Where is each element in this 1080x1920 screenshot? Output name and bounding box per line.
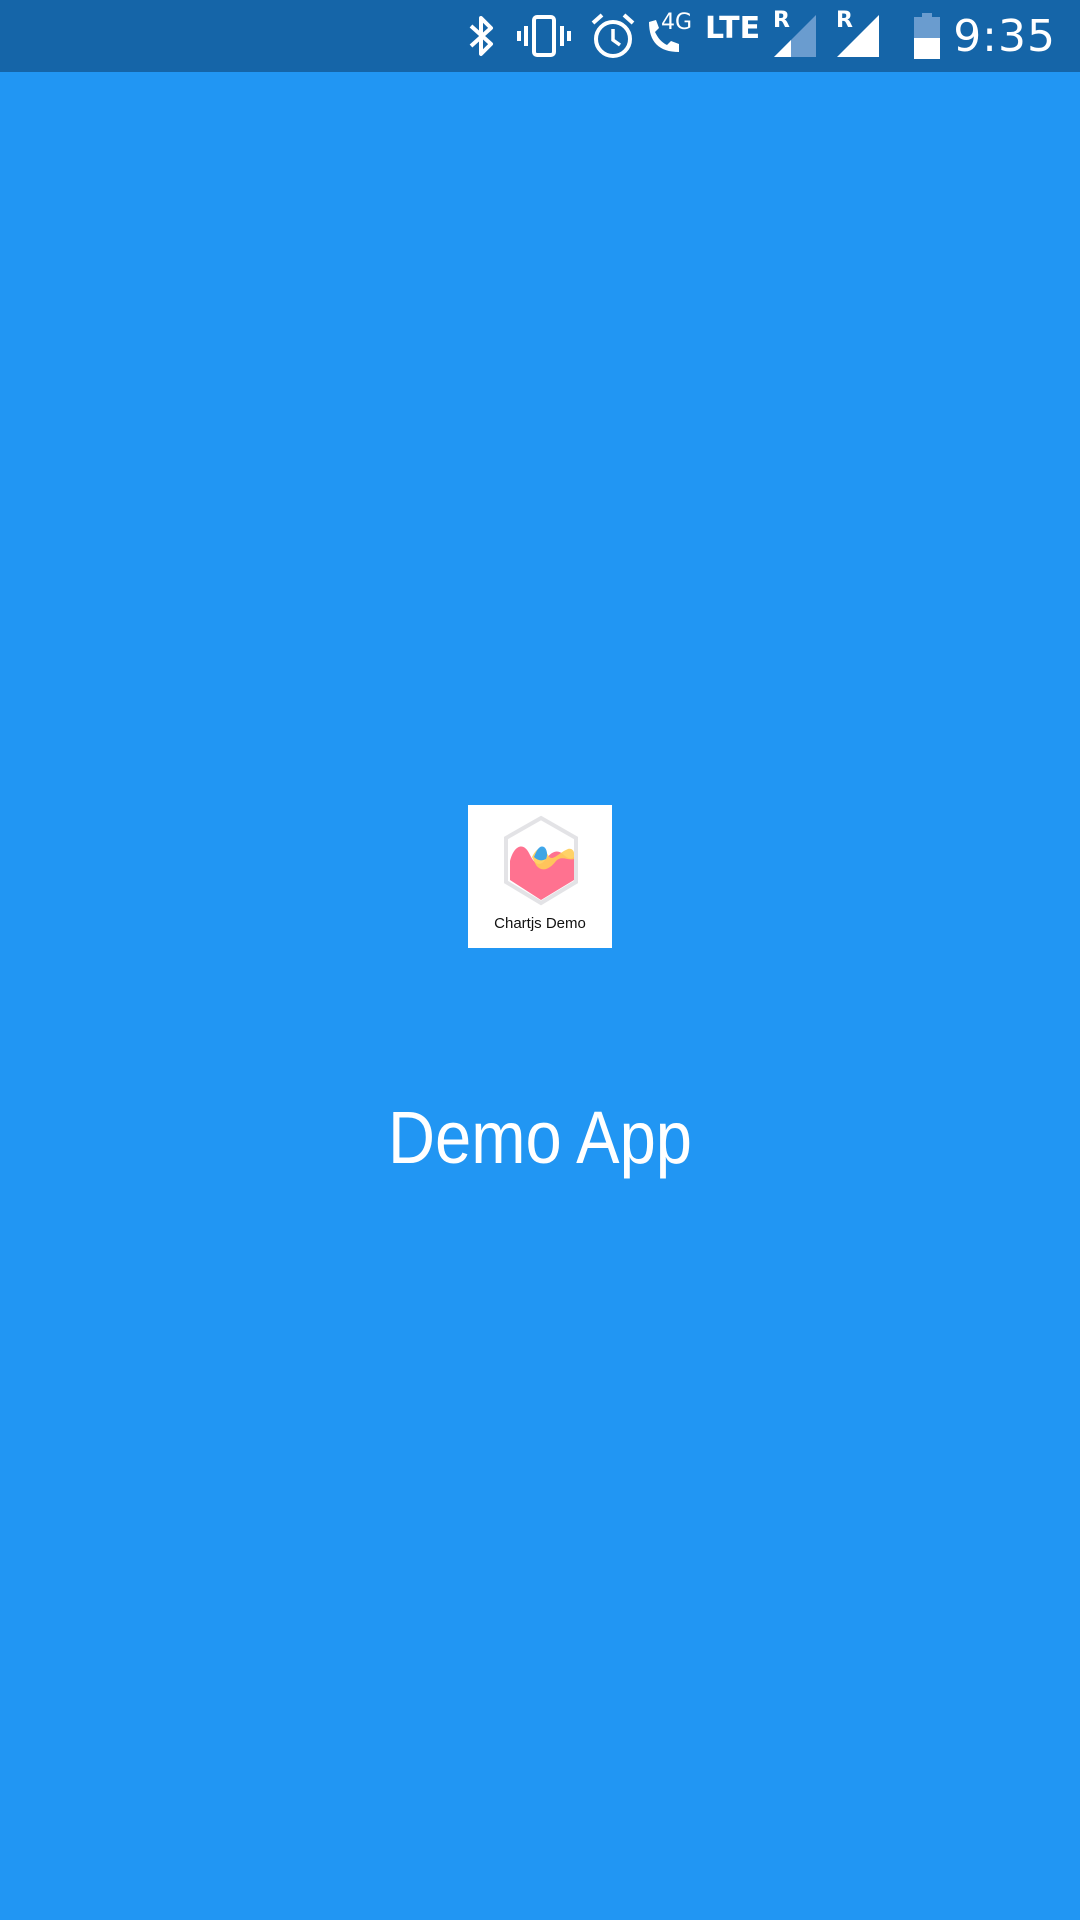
alarm-icon — [588, 0, 638, 72]
signal-sim2-icon — [834, 0, 882, 72]
battery-icon — [912, 0, 942, 72]
splash-screen — [0, 72, 1080, 1920]
vibrate-icon — [514, 0, 574, 72]
network-type-label: LTE — [705, 10, 761, 46]
bluetooth-icon — [462, 0, 502, 72]
status-bar: 4G LTE R R 9:35 — [0, 0, 1080, 72]
call-network-label: 4G — [661, 9, 693, 35]
signal-sim1-icon — [772, 0, 818, 72]
app-logo: Chartjs Demo — [468, 805, 612, 948]
app-title: Demo App — [387, 1096, 693, 1179]
app-logo-caption: Chartjs Demo — [494, 915, 586, 932]
chartjs-logo-icon — [504, 815, 578, 906]
clock: 9:35 — [953, 10, 1056, 62]
